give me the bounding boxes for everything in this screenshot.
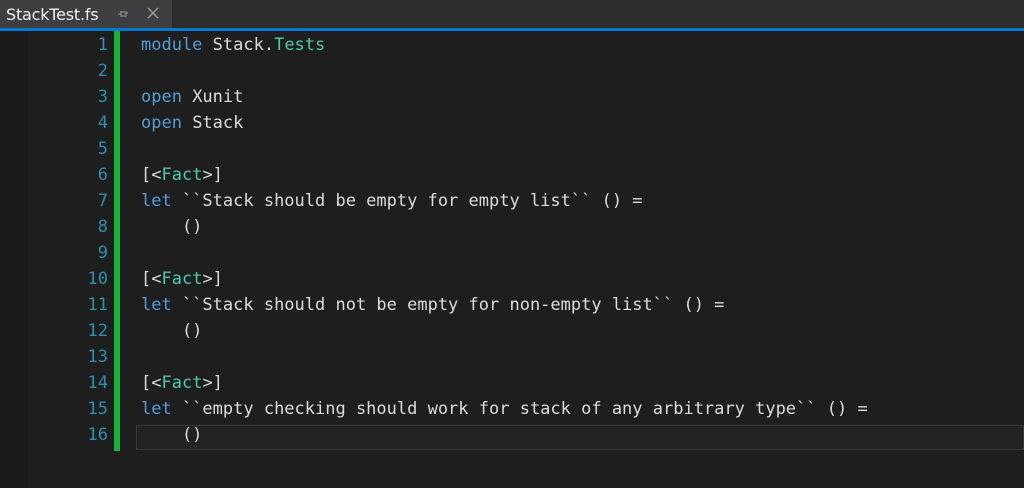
keyword-token: module <box>141 35 203 55</box>
line-number: 14 <box>87 373 108 393</box>
line-number: 7 <box>97 191 108 211</box>
code-line[interactable]: [<Fact>] <box>141 266 223 292</box>
code-token: Stack <box>181 113 244 133</box>
code-line[interactable]: [<Fact>] <box>141 370 223 396</box>
line-number: 15 <box>87 399 108 419</box>
close-icon[interactable] <box>146 6 160 20</box>
type-token: Fact <box>161 165 203 185</box>
line-number: 9 <box>97 243 108 263</box>
document-tab-bar: StackTest.fs <box>0 0 1024 31</box>
type-token: Fact <box>161 373 203 393</box>
line-number: 16 <box>87 425 108 445</box>
keyword-token: let <box>141 191 172 211</box>
line-number: 13 <box>87 347 108 367</box>
current-line-highlight <box>136 425 1024 450</box>
code-token: () <box>141 217 203 237</box>
line-number-gutter: 1 2 3 4 5 6 7 8 9 10 11 12 13 14 15 16 <box>28 31 114 488</box>
code-token: ``empty checking should work for stack o… <box>171 399 868 419</box>
pin-icon[interactable] <box>117 8 129 20</box>
code-token: [< <box>141 373 162 393</box>
keyword-token: open <box>141 87 182 107</box>
code-token: () <box>141 321 203 341</box>
code-line[interactable]: [<Fact>] <box>141 162 223 188</box>
code-line[interactable]: () <box>141 214 202 240</box>
code-line[interactable]: open Xunit <box>141 84 243 110</box>
code-line[interactable]: let ``empty checking should work for sta… <box>141 396 868 422</box>
type-token: Tests <box>274 35 326 55</box>
code-token: [< <box>141 165 162 185</box>
code-token: ``Stack should not be empty for non-empt… <box>171 295 725 315</box>
code-line[interactable]: let ``Stack should not be empty for non-… <box>141 292 724 318</box>
code-token: >] <box>202 269 223 289</box>
code-line[interactable]: open Stack <box>141 110 243 136</box>
code-editor[interactable]: 1 2 3 4 5 6 7 8 9 10 11 12 13 14 15 16 module Stack.Tes… <box>0 31 1024 488</box>
code-token: Xunit <box>181 87 244 107</box>
tab-title: StackTest.fs <box>6 4 99 24</box>
glyph-margin <box>0 31 28 488</box>
code-token: ``Stack should be empty for empty list``… <box>171 191 643 211</box>
code-token: () <box>141 425 203 445</box>
line-number: 6 <box>97 165 108 185</box>
tab-stacktest-fs[interactable]: StackTest.fs <box>0 0 172 28</box>
line-number: 5 <box>97 139 108 159</box>
keyword-token: let <box>141 295 172 315</box>
line-number: 3 <box>97 87 108 107</box>
line-number: 4 <box>97 113 108 133</box>
line-number: 12 <box>87 321 108 341</box>
code-line[interactable]: module Stack.Tests <box>141 32 325 58</box>
type-token: Fact <box>161 269 203 289</box>
code-line[interactable]: () <box>141 318 202 344</box>
line-number: 2 <box>97 61 108 81</box>
code-token: [< <box>141 269 162 289</box>
line-number: 8 <box>97 217 108 237</box>
keyword-token: let <box>141 399 172 419</box>
line-number: 1 <box>97 35 108 55</box>
keyword-token: open <box>141 113 182 133</box>
line-number: 11 <box>87 295 108 315</box>
code-line[interactable]: () <box>141 422 202 448</box>
code-line[interactable]: let ``Stack should be empty for empty li… <box>141 188 643 214</box>
code-token: >] <box>202 165 223 185</box>
code-token: Stack. <box>202 35 275 55</box>
change-tracking-bar <box>114 31 120 451</box>
line-number: 10 <box>87 269 108 289</box>
code-token: >] <box>202 373 223 393</box>
